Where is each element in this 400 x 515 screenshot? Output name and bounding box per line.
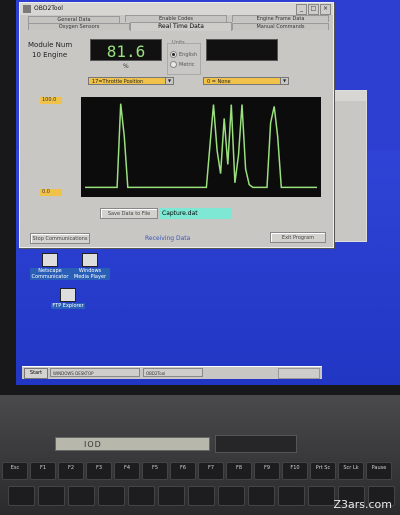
desktop-icon-label: Windows Media Player: [70, 268, 110, 280]
window-titlebar[interactable]: OBD2Tool _ □ ×: [20, 3, 333, 15]
start-button[interactable]: Start: [24, 368, 48, 379]
key-f3[interactable]: F3: [86, 462, 112, 480]
taskbar-item-desktop[interactable]: WINDOWS DESKTOP: [50, 368, 140, 377]
tab-real-time-data[interactable]: Real Time Data: [130, 22, 232, 31]
exit-program-button[interactable]: Exit Program: [270, 232, 326, 243]
pid-select-primary-value: 17=Throttle Position: [92, 79, 144, 85]
key-esc[interactable]: Esc: [2, 462, 28, 480]
desktop-icon-label: Netscape Communicator: [30, 268, 70, 280]
key-f7[interactable]: F7: [198, 462, 224, 480]
pid-select-secondary-value: 0 = None: [207, 79, 231, 85]
keyboard-key[interactable]: [248, 486, 275, 506]
units-group: [167, 43, 201, 75]
capture-filename[interactable]: Capture.dat: [160, 208, 232, 219]
key-pause[interactable]: Pause: [366, 462, 392, 480]
background-window[interactable]: [331, 90, 367, 242]
keyboard-key[interactable]: [68, 486, 95, 506]
pid-select-primary[interactable]: 17=Throttle Position ▼: [88, 77, 174, 85]
desktop-icon-label: FTP Explorer: [51, 303, 85, 309]
module-num-value: 10 Engine: [32, 51, 68, 59]
obd2-tool-window: OBD2Tool _ □ × General Data Enable Codes…: [19, 2, 334, 248]
key-prt-sc[interactable]: Prt Sc: [310, 462, 336, 480]
keyboard-key[interactable]: [278, 486, 305, 506]
chevron-down-icon: ▼: [280, 78, 288, 84]
key-f6[interactable]: F6: [170, 462, 196, 480]
media-player-icon: [82, 253, 98, 267]
keyboard-key[interactable]: [188, 486, 215, 506]
ftp-icon: [60, 288, 76, 302]
netscape-icon: [42, 253, 58, 267]
secondary-readout: [206, 39, 278, 61]
status-lcd-strip: IOD: [55, 437, 210, 451]
system-tray: [278, 368, 320, 379]
realtime-graph: [81, 97, 321, 197]
keyboard-key[interactable]: [38, 486, 65, 506]
keyboard-key[interactable]: [218, 486, 245, 506]
tab-enable-codes[interactable]: Enable Codes: [125, 15, 227, 22]
desktop-icon-netscape[interactable]: Netscape Communicator: [30, 253, 70, 280]
key-f10[interactable]: F10: [282, 462, 308, 480]
tab-manual-commands[interactable]: Manual Commands: [232, 23, 329, 30]
key-scr-lk[interactable]: Scr Lk: [338, 462, 364, 480]
realtime-readout: 81.6: [90, 39, 162, 61]
minimize-button[interactable]: _: [296, 4, 307, 15]
stop-communications-button[interactable]: Stop Communications: [30, 233, 90, 244]
graph-scale-min: 0.0: [40, 189, 62, 196]
keyboard-key[interactable]: [8, 486, 35, 506]
units-english-radio[interactable]: English: [170, 51, 197, 58]
laptop-screen: OBD2Tool _ □ × General Data Enable Codes…: [16, 0, 400, 385]
window-title: OBD2Tool: [34, 5, 63, 12]
key-f1[interactable]: F1: [30, 462, 56, 480]
key-f8[interactable]: F8: [226, 462, 252, 480]
tab-oxygen-sensors[interactable]: Oxygen Sensors: [28, 23, 130, 30]
taskbar-item-obd2tool[interactable]: OBD2Tool: [143, 368, 203, 377]
watermark: Z3ars.com: [333, 498, 392, 511]
readout-value: 81.6: [106, 42, 146, 61]
throttle-trace: [85, 103, 317, 189]
keyboard-key[interactable]: [308, 486, 335, 506]
desktop-icon-media-player[interactable]: Windows Media Player: [70, 253, 110, 280]
tab-general-data[interactable]: General Data: [28, 16, 120, 23]
key-f9[interactable]: F9: [254, 462, 280, 480]
chevron-down-icon: ▼: [165, 78, 173, 84]
keyboard-key[interactable]: [158, 486, 185, 506]
graph-scale-max: 100.0: [40, 97, 62, 104]
radio-empty-icon: [170, 61, 177, 68]
desktop-icon-ftp[interactable]: FTP Explorer: [48, 288, 88, 309]
tab-strip: General Data Enable Codes Engine Frame D…: [20, 15, 333, 37]
keyboard-key[interactable]: [128, 486, 155, 506]
module-num-label: Module Num: [28, 41, 73, 49]
units-english-label: English: [179, 51, 198, 58]
close-button[interactable]: ×: [320, 4, 331, 15]
tab-engine-frame-data[interactable]: Engine Frame Data: [232, 15, 329, 22]
status-text: Receiving Data: [145, 235, 191, 242]
units-metric-label: Metric: [179, 61, 195, 68]
units-metric-radio[interactable]: Metric: [170, 61, 195, 68]
speaker-slot: [215, 435, 297, 453]
key-f4[interactable]: F4: [114, 462, 140, 480]
key-f5[interactable]: F5: [142, 462, 168, 480]
keyboard-key[interactable]: [98, 486, 125, 506]
key-f2[interactable]: F2: [58, 462, 84, 480]
pid-select-secondary[interactable]: 0 = None ▼: [203, 77, 289, 85]
radio-selected-icon: [170, 51, 177, 58]
readout-unit: %: [123, 63, 129, 70]
taskbar: Start WINDOWS DESKTOP OBD2Tool: [22, 366, 322, 379]
maximize-button[interactable]: □: [308, 4, 319, 15]
units-title: Units: [172, 40, 185, 46]
app-icon: [23, 5, 31, 13]
save-data-button[interactable]: Save Data to File: [100, 208, 158, 219]
